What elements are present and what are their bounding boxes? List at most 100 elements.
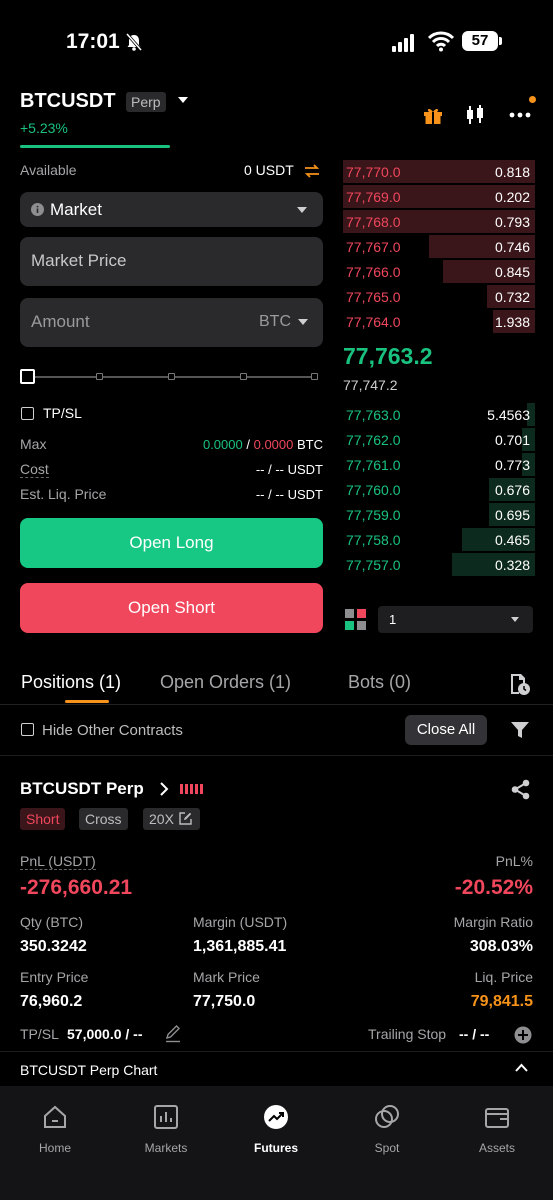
nav-markets[interactable]: Markets xyxy=(126,1104,206,1155)
orderbook-row[interactable]: 77,760.0 0.676 xyxy=(343,477,535,502)
liq-label: Liq. Price xyxy=(474,969,533,985)
available-label: Available xyxy=(20,162,77,178)
trailing-stop-value: -- / -- xyxy=(459,1026,490,1042)
open-short-button[interactable]: Open Short xyxy=(20,583,323,633)
tpsl-position-label: TP/SL xyxy=(20,1026,59,1042)
orderbook-price: 77,769.0 xyxy=(346,189,401,205)
orderbook-row[interactable]: 77,757.0 0.328 xyxy=(343,552,535,577)
hide-other-checkbox[interactable] xyxy=(21,723,34,736)
orderbook-amount: 0.701 xyxy=(494,432,530,448)
order-type-value: Market xyxy=(50,200,102,219)
depth-value: 1 xyxy=(389,612,397,627)
status-time: 17:01 xyxy=(66,30,120,53)
nav-futures[interactable]: Futures xyxy=(236,1104,316,1155)
open-long-button[interactable]: Open Long xyxy=(20,518,323,568)
nav-markets-label: Markets xyxy=(144,1141,188,1155)
bell-muted-icon xyxy=(125,33,143,51)
nav-spot-label: Spot xyxy=(374,1141,400,1155)
leverage-value: 20X xyxy=(149,811,174,827)
side-badge: Short xyxy=(20,808,66,830)
nav-home[interactable]: Home xyxy=(15,1104,95,1155)
tpsl-checkbox[interactable] xyxy=(21,407,34,420)
position-title[interactable]: BTCUSDT Perp xyxy=(20,779,144,799)
chevron-down-icon xyxy=(297,207,307,213)
slider-handle[interactable] xyxy=(20,369,35,384)
transfer-icon[interactable] xyxy=(304,163,320,179)
amount-placeholder: Amount xyxy=(31,312,90,331)
orderbook-row[interactable]: 77,762.0 0.701 xyxy=(343,427,535,452)
orderbook-amount: 0.202 xyxy=(494,189,530,205)
slider-step-75[interactable] xyxy=(240,373,247,380)
nav-assets[interactable]: Assets xyxy=(457,1104,537,1155)
qty-value: 350.3242 xyxy=(20,938,87,955)
filter-icon[interactable] xyxy=(510,720,530,740)
orderbook-row[interactable]: 77,767.0 0.746 xyxy=(343,234,535,259)
liq-price-label: Est. Liq. Price xyxy=(20,486,107,502)
gift-icon[interactable] xyxy=(421,103,445,127)
tpsl-label: TP/SL xyxy=(43,405,82,421)
orderbook-row[interactable]: 77,768.0 0.793 xyxy=(343,209,535,234)
margin-label: Margin (USDT) xyxy=(193,914,288,930)
chevron-up-icon[interactable] xyxy=(515,1063,528,1072)
chevron-down-icon[interactable] xyxy=(298,319,308,325)
leverage-badge[interactable]: 20X xyxy=(143,808,200,830)
tpsl-position-value: 57,000.0 / -- xyxy=(67,1026,143,1042)
pair-title[interactable]: BTCUSDT xyxy=(20,90,116,113)
orderbook-row[interactable]: 77,766.0 0.845 xyxy=(343,259,535,284)
chart-bar[interactable]: BTCUSDT Perp Chart xyxy=(0,1052,553,1086)
orderbook-row[interactable]: 77,765.0 0.732 xyxy=(343,284,535,309)
orderbook-row[interactable]: 77,759.0 0.695 xyxy=(343,502,535,527)
liq-value: 79,841.5 xyxy=(470,993,533,1010)
cost-label[interactable]: Cost xyxy=(20,461,49,478)
tab-bots[interactable]: Bots (0) xyxy=(348,672,411,693)
more-menu-icon[interactable] xyxy=(508,103,532,127)
orderbook-layout-icon[interactable] xyxy=(345,609,366,630)
slider-step-25[interactable] xyxy=(96,373,103,380)
orderbook-row[interactable]: 77,761.0 0.773 xyxy=(343,452,535,477)
tab-open-orders[interactable]: Open Orders (1) xyxy=(160,672,291,693)
tab-positions[interactable]: Positions (1) xyxy=(21,672,121,693)
amount-input[interactable]: Amount BTC xyxy=(20,298,323,347)
liq-price-value: -- / -- USDT xyxy=(255,487,323,502)
margin-ratio-value: 308.03% xyxy=(469,938,533,955)
orderbook-row[interactable]: 77,764.0 1.938 xyxy=(343,309,535,334)
tabs-divider xyxy=(0,704,553,705)
chevron-down-icon xyxy=(511,617,519,622)
depth-select[interactable]: 1 xyxy=(378,606,533,633)
orderbook-row[interactable]: 77,769.0 0.202 xyxy=(343,184,535,209)
slider-step-100[interactable] xyxy=(311,373,318,380)
trailing-stop-label: Trailing Stop xyxy=(368,1026,447,1042)
order-history-icon[interactable] xyxy=(509,672,531,696)
pair-dropdown-icon[interactable] xyxy=(178,97,188,103)
orderbook-amount: 0.793 xyxy=(494,214,530,230)
nav-spot[interactable]: Spot xyxy=(347,1104,427,1155)
max-value: 0.0000 / 0.0000 BTC xyxy=(203,437,323,452)
margin-mode-badge[interactable]: Cross xyxy=(79,808,128,830)
orderbook-price: 77,763.0 xyxy=(346,407,401,423)
spot-icon xyxy=(375,1105,399,1128)
markets-icon xyxy=(154,1105,178,1129)
edit-icon[interactable] xyxy=(179,812,192,825)
orderbook-amount: 0.773 xyxy=(494,457,530,473)
candlestick-chart-icon[interactable] xyxy=(463,103,487,127)
price-input[interactable]: Market Price xyxy=(20,237,323,286)
nav-home-label: Home xyxy=(38,1141,71,1155)
add-trailing-stop-icon[interactable] xyxy=(514,1026,532,1044)
chevron-right-icon[interactable] xyxy=(159,782,169,796)
orderbook-price: 77,767.0 xyxy=(346,239,401,255)
orderbook-row[interactable]: 77,763.0 5.4563 xyxy=(343,402,535,427)
orderbook-row[interactable]: 77,770.0 0.818 xyxy=(343,159,535,184)
orderbook-row[interactable]: 77,758.0 0.465 xyxy=(343,527,535,552)
amount-unit[interactable]: BTC xyxy=(259,313,291,331)
close-all-button[interactable]: Close All xyxy=(405,715,487,745)
orderbook-header-cut xyxy=(343,138,535,146)
pnl-label[interactable]: PnL (USDT) xyxy=(20,853,96,870)
margin-ratio-label: Margin Ratio xyxy=(453,914,533,930)
slider-step-50[interactable] xyxy=(168,373,175,380)
orderbook-price: 77,768.0 xyxy=(346,214,401,230)
share-icon[interactable] xyxy=(510,779,531,800)
info-icon[interactable] xyxy=(31,203,44,216)
edit-icon[interactable] xyxy=(164,1025,182,1043)
battery-tip xyxy=(499,37,502,45)
order-type-select[interactable]: Market xyxy=(20,192,323,227)
